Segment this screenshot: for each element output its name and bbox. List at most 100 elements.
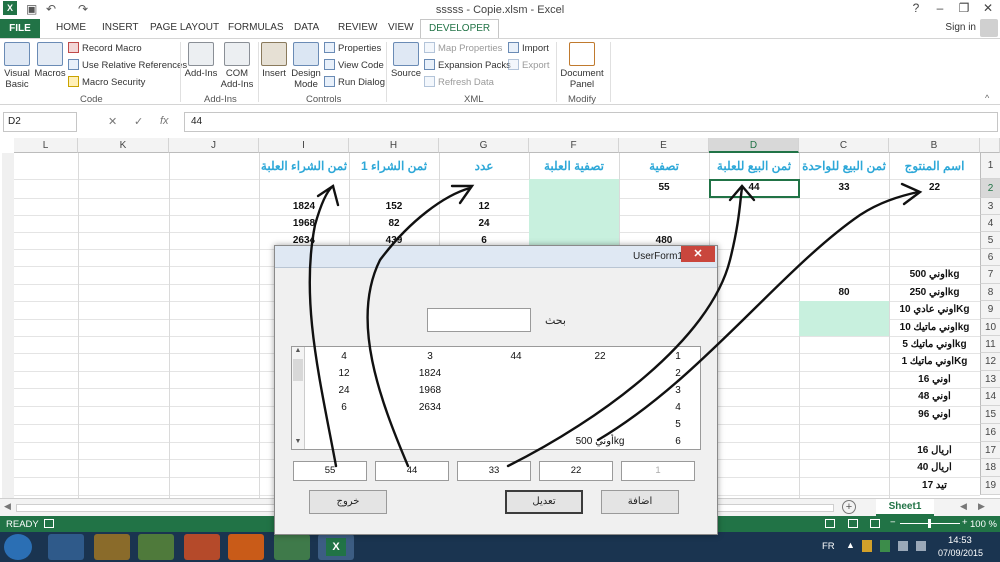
listbox-cell[interactable]: 12 [314,368,374,379]
textbox-3[interactable]: 33 [457,461,531,481]
row-header-3[interactable]: 3 [980,198,1000,215]
listbox-scrollbar[interactable]: ▲ ▼ [292,347,305,449]
cell-g4[interactable]: 24 [439,218,529,232]
selected-cell-d2[interactable] [709,179,800,198]
close-button[interactable]: ✕ [976,1,1000,18]
row-header-9[interactable]: 9 [980,301,1000,319]
macro-security-button[interactable]: Macro Security [68,76,145,88]
column-header-d[interactable]: D [709,138,799,153]
textbox-5[interactable]: 1 [621,461,695,481]
cell-g3[interactable]: 12 [439,201,529,215]
scroll-up-icon[interactable]: ▲ [293,347,303,357]
cell-i1[interactable]: ثمن الشراء العلبة [259,153,349,179]
cell-i3[interactable]: 1824 [259,201,349,215]
restore-button[interactable]: ❐ [952,1,976,18]
column-header-i[interactable]: I [259,138,349,153]
column-header-j[interactable]: J [169,138,259,153]
page-layout-view-icon[interactable] [848,519,858,528]
listbox-cell[interactable]: 1824 [400,368,460,379]
cell-d1[interactable]: ثمن البيع للعلبة [709,153,799,179]
cell-b11[interactable]: أوني ماتيك 5kg [889,339,980,353]
collapse-ribbon-icon[interactable]: ^ [985,93,989,103]
row-header-17[interactable]: 17 [980,442,1000,459]
listbox-cell[interactable]: 2634 [400,402,460,413]
tray-app-icon[interactable] [862,540,872,552]
properties-button[interactable]: Properties [324,42,381,54]
column-header-k[interactable]: K [78,138,169,153]
cell-b7[interactable]: أوني 500kg [889,269,980,284]
column-header-h[interactable]: H [349,138,439,153]
cell-i4[interactable]: 1968 [259,218,349,232]
help-button[interactable]: ? [904,1,928,18]
tab-developer[interactable]: DEVELOPER [420,19,500,39]
column-header-f[interactable]: F [529,138,619,153]
cell-h3[interactable]: 152 [349,201,439,215]
row-header-12[interactable]: 12 [980,353,1000,371]
notepad-icon[interactable] [138,534,174,560]
row-header-8[interactable]: 8 [980,284,1000,301]
listbox-cell[interactable]: 44 [486,351,546,362]
cell-b14[interactable]: أوني 48 [889,391,980,406]
refresh-data-button[interactable]: Refresh Data [424,76,494,88]
tab-review[interactable]: REVIEW [338,22,377,33]
volume-icon[interactable] [916,541,926,551]
insert-control-button[interactable]: Insert [260,42,288,79]
sign-in-link[interactable]: Sign in [945,22,976,33]
tab-data[interactable]: DATA [294,22,319,33]
cell-g1[interactable]: عدد [439,153,529,179]
listbox-cell[interactable]: 4 [648,402,708,413]
macros-button[interactable]: Macros [34,42,66,79]
row-header-5[interactable]: 5 [980,232,1000,249]
clock-date[interactable]: 07/09/2015 [938,548,983,558]
listbox-cell[interactable]: 6 [314,402,374,413]
edit-button[interactable]: تعديل [505,490,583,514]
sheet-tab-sheet1[interactable]: Sheet1 [876,499,934,516]
column-header-b[interactable]: B [889,138,980,153]
macro-record-icon[interactable] [44,519,54,528]
listbox-cell[interactable]: 1 [648,351,708,362]
map-properties-button[interactable]: Map Properties [424,42,502,54]
row-header-14[interactable]: 14 [980,388,1000,406]
tab-home[interactable]: HOME [56,22,86,33]
cell-b15[interactable]: أوني 96 [889,409,980,424]
cell-e1[interactable]: تصفية [619,153,709,179]
cell-b13[interactable]: أوني 16 [889,374,980,388]
com-add-ins-button[interactable]: COM Add-Ins [220,42,254,90]
row-header-10[interactable]: 10 [980,319,1000,336]
document-panel-button[interactable]: Document Panel [560,42,604,90]
cell-b8[interactable]: أوني 250kg [889,287,980,301]
row-header-18[interactable]: 18 [980,459,1000,477]
minimize-button[interactable]: – [928,1,952,18]
internet-explorer-icon[interactable] [48,534,84,560]
expansion-packs-button[interactable]: Expansion Packs [424,59,511,71]
exit-button[interactable]: خروج [309,490,387,514]
insert-function-icon[interactable]: fx [160,115,169,127]
cell-c8[interactable]: 80 [799,287,889,301]
run-dialog-button[interactable]: Run Dialog [324,76,385,88]
row-header-1[interactable]: 1 [980,153,1000,179]
tab-formulas[interactable]: FORMULAS [228,22,284,33]
language-indicator[interactable]: FR [822,541,835,552]
listbox-cell[interactable]: 22 [570,351,630,362]
network-icon[interactable] [898,541,908,551]
tab-file[interactable]: FILE [0,19,40,38]
tray-app-icon-2[interactable] [880,540,890,552]
add-sheet-button[interactable]: + [842,500,856,514]
cancel-icon[interactable]: ✕ [108,115,117,128]
column-header-l[interactable]: L [14,138,78,153]
cell-b2[interactable]: 22 [889,182,980,198]
normal-view-icon[interactable] [825,519,835,528]
xml-source-button[interactable]: Source [390,42,422,79]
row-header-13[interactable]: 13 [980,371,1000,388]
zoom-out-icon[interactable]: − [890,517,896,528]
add-ins-button[interactable]: Add-Ins [184,42,218,79]
scroll-down-icon[interactable]: ▼ [293,438,303,448]
cell-e2[interactable]: 55 [619,182,709,198]
scroll-thumb[interactable] [293,359,303,381]
results-listbox[interactable]: ▲ ▼ 4 3 44 22 1 12 1824 2 24 1968 3 6 2634 4 5 أوني 500… [291,346,701,450]
add-button[interactable]: اضافة [601,490,679,514]
listbox-cell[interactable]: 4 [314,351,374,362]
cell-c1[interactable]: ثمن البيع للواحدة [799,153,889,179]
cell-b9[interactable]: أوني عادي 10Kg [889,304,980,319]
row-header-2[interactable]: 2 [980,179,1000,198]
